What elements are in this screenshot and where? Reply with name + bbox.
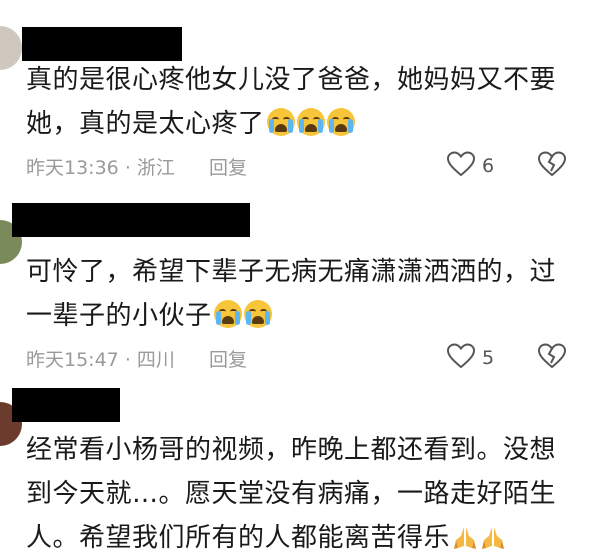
redacted-username bbox=[12, 203, 250, 237]
comment-text-line: 人。希望我们所有的人都能离苦得乐 bbox=[26, 516, 556, 553]
meta-separator: · bbox=[124, 157, 131, 179]
broken-heart-icon[interactable] bbox=[537, 150, 567, 178]
folded-hands-icon bbox=[454, 527, 477, 549]
avatar[interactable] bbox=[0, 26, 22, 70]
like-count: 6 bbox=[482, 155, 495, 177]
crying-face-icon bbox=[243, 300, 272, 328]
broken-heart-icon[interactable] bbox=[537, 342, 567, 370]
comment-text: 真的是很心疼他女儿没了爸爸，她妈妈又不要 她，真的是太心疼了 bbox=[26, 58, 556, 146]
comment-text-line: 可怜了，希望下辈子无病无痛潇潇洒洒的，过 bbox=[26, 257, 557, 287]
comment-text-line: 一辈子的小伙子 bbox=[26, 294, 556, 338]
comment-text-segment: 一辈子的小伙子 bbox=[26, 301, 212, 331]
comment-meta: 昨天13:36 · 浙江 回复 bbox=[26, 153, 247, 180]
heart-icon bbox=[446, 151, 476, 177]
redacted-username bbox=[12, 388, 120, 422]
comment-text-line: 到今天就…。愿天堂没有病痛，一路走好陌生 bbox=[26, 479, 557, 509]
crying-face-icon bbox=[213, 300, 242, 328]
crying-face-icon bbox=[296, 108, 325, 136]
comment-location: 四川 bbox=[136, 349, 175, 371]
comment-text-line: 真的是很心疼他女儿没了爸爸，她妈妈又不要 bbox=[26, 65, 557, 95]
reply-button[interactable]: 回复 bbox=[209, 157, 247, 179]
comment-text-line: 经常看小杨哥的视频，昨晚上都还看到。没想 bbox=[26, 435, 557, 465]
like-button[interactable]: 6 bbox=[446, 150, 494, 178]
comment-text: 可怜了，希望下辈子无病无痛潇潇洒洒的，过 一辈子的小伙子 bbox=[26, 250, 556, 338]
comment-thread: 真的是很心疼他女儿没了爸爸，她妈妈又不要 她，真的是太心疼了 昨天13:36 ·… bbox=[0, 0, 605, 553]
comment-time: 昨天15:47 bbox=[26, 349, 119, 371]
comment-text-line: 她，真的是太心疼了 bbox=[26, 102, 556, 146]
redacted-username bbox=[22, 27, 182, 61]
comment-text-segment: 她，真的是太心疼了 bbox=[26, 109, 265, 139]
like-count: 5 bbox=[482, 347, 495, 369]
comment-time: 昨天13:36 bbox=[26, 157, 119, 179]
crying-face-icon bbox=[326, 108, 355, 136]
heart-icon bbox=[446, 343, 476, 369]
comment-text-segment: 人。希望我们所有的人都能离苦得乐 bbox=[26, 523, 451, 553]
comment-meta: 昨天15:47 · 四川 回复 bbox=[26, 345, 247, 372]
reply-button[interactable]: 回复 bbox=[209, 349, 247, 371]
comment-text: 经常看小杨哥的视频，昨晚上都还看到。没想 到今天就…。愿天堂没有病痛，一路走好陌… bbox=[26, 428, 556, 553]
folded-hands-icon bbox=[482, 527, 505, 549]
crying-face-icon bbox=[266, 108, 295, 136]
like-button[interactable]: 5 bbox=[446, 342, 494, 370]
comment-location: 浙江 bbox=[136, 157, 175, 179]
meta-separator: · bbox=[124, 349, 131, 371]
